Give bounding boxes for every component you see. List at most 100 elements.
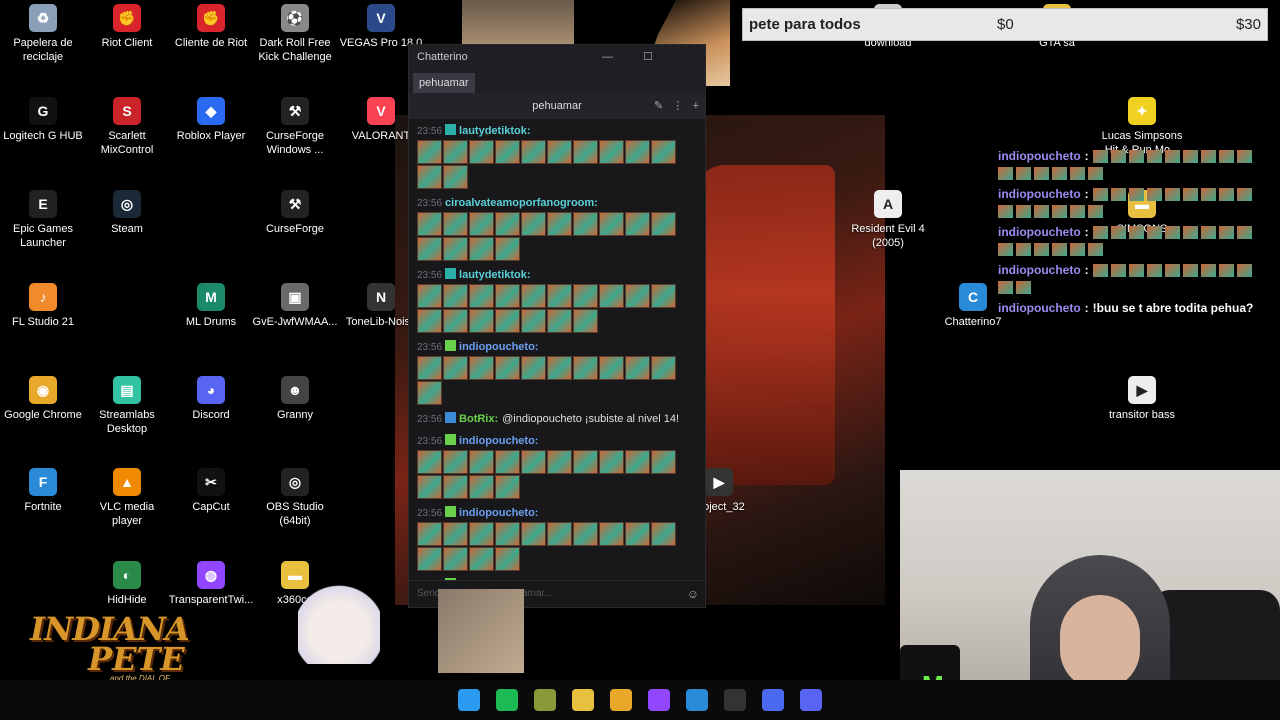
emote[interactable] — [599, 140, 624, 164]
desktop-icon[interactable]: A Resident Evil 4 (2005) — [845, 190, 931, 250]
emote[interactable] — [469, 212, 494, 236]
emote[interactable] — [469, 356, 494, 380]
emote[interactable] — [573, 450, 598, 474]
emote[interactable] — [573, 522, 598, 546]
emote[interactable] — [417, 140, 442, 164]
emote[interactable] — [417, 450, 442, 474]
chat-message[interactable]: 23:56 ciroalvateamoporfanogroom: — [409, 193, 705, 265]
window-titlebar[interactable]: Chatterino — ☐ — [409, 45, 705, 71]
emote[interactable] — [625, 284, 650, 308]
desktop-icon[interactable]: ◎ OBS Studio (64bit) — [252, 468, 338, 528]
emote[interactable] — [469, 237, 494, 261]
desktop-icon[interactable]: ☻ Granny — [252, 376, 338, 422]
emote[interactable] — [547, 284, 572, 308]
obs-icon[interactable] — [724, 689, 746, 711]
emote[interactable] — [469, 309, 494, 333]
message-username[interactable]: ciroalvateamoporfanogroom: — [445, 197, 598, 209]
desktop-icon[interactable]: ⚽ Dark Roll Free Kick Challenge — [252, 4, 338, 64]
emote[interactable] — [417, 547, 442, 571]
desktop-icon[interactable]: ▲ VLC media player — [84, 468, 170, 528]
emote[interactable] — [521, 212, 546, 236]
desktop-icon[interactable]: ✂ CapCut — [168, 468, 254, 514]
emote[interactable] — [651, 356, 676, 380]
emote[interactable] — [469, 284, 494, 308]
emote[interactable] — [495, 309, 520, 333]
emote[interactable] — [547, 212, 572, 236]
emote[interactable] — [521, 522, 546, 546]
emote[interactable] — [469, 475, 494, 499]
emote[interactable] — [443, 356, 468, 380]
emote[interactable] — [495, 356, 520, 380]
emoji-icon[interactable]: ☺ — [687, 581, 699, 607]
emote[interactable] — [651, 450, 676, 474]
discord-icon[interactable] — [800, 689, 822, 711]
emote[interactable] — [573, 284, 598, 308]
emote[interactable] — [495, 237, 520, 261]
emote[interactable] — [521, 140, 546, 164]
emote[interactable] — [573, 309, 598, 333]
desktop-icon[interactable]: ◕ Discord — [168, 376, 254, 422]
emote[interactable] — [469, 522, 494, 546]
emote[interactable] — [521, 450, 546, 474]
desktop-icon[interactable]: ⚒ CurseForge — [252, 190, 338, 236]
desktop-icon[interactable]: ▣ GvE-JwfWMAA... — [252, 283, 338, 329]
emote[interactable] — [547, 309, 572, 333]
emote[interactable] — [625, 522, 650, 546]
more-menu-icon[interactable]: ⋮ — [672, 100, 683, 112]
chat-message[interactable]: 23:56 BotRix: @indiopoucheto ¡subiste al n… — [409, 409, 705, 431]
emote[interactable] — [651, 522, 676, 546]
message-username[interactable]: lautydetiktok: — [459, 125, 531, 137]
emote[interactable] — [443, 237, 468, 261]
desktop-icon[interactable]: ◉ Google Chrome — [0, 376, 86, 422]
desktop-icon[interactable]: ◎ Steam — [84, 190, 170, 236]
emote[interactable] — [495, 475, 520, 499]
emote[interactable] — [417, 284, 442, 308]
emote[interactable] — [443, 140, 468, 164]
chat-message[interactable]: 23:56 indiopoucheto: — [409, 503, 705, 575]
desktop-icon[interactable]: ▶ transitor bass — [1099, 376, 1185, 422]
desktop-icon[interactable]: ♻ Papelera de reciclaje — [0, 4, 86, 64]
emote[interactable] — [573, 212, 598, 236]
desktop-icon[interactable]: F Fortnite — [0, 468, 86, 514]
game-icon[interactable] — [534, 689, 556, 711]
streamlabs-icon[interactable] — [648, 689, 670, 711]
emote[interactable] — [625, 212, 650, 236]
desktop-icon[interactable]: ⚒ CurseForge Windows ... — [252, 97, 338, 157]
minimize-icon[interactable]: — — [602, 45, 613, 69]
chrome-icon[interactable] — [610, 689, 632, 711]
emote[interactable] — [495, 284, 520, 308]
emote[interactable] — [443, 450, 468, 474]
emote[interactable] — [547, 522, 572, 546]
emote[interactable] — [417, 165, 442, 189]
emote[interactable] — [443, 522, 468, 546]
emote[interactable] — [625, 450, 650, 474]
message-username[interactable]: BotRix: — [459, 413, 498, 425]
app-icon[interactable] — [762, 689, 784, 711]
desktop-icon[interactable]: ✊ Cliente de Riot — [168, 4, 254, 50]
desktop-icon[interactable]: G Logitech G HUB — [0, 97, 86, 143]
emote[interactable] — [469, 547, 494, 571]
message-list[interactable]: 23:56 lautydetiktok: 23:56 ciroalvateamopor… — [409, 121, 705, 581]
add-split-icon[interactable]: + — [693, 100, 699, 112]
message-username[interactable]: lautydetiktok: — [459, 269, 531, 281]
message-username[interactable]: indiopoucheto: — [459, 435, 538, 447]
chat-message[interactable]: 23:56 lautydetiktok: — [409, 121, 705, 193]
emote[interactable] — [443, 212, 468, 236]
desktop-icon[interactable]: ✊ Riot Client — [84, 4, 170, 50]
windows-start-icon[interactable] — [458, 689, 480, 711]
desktop-icon[interactable]: ♪ FL Studio 21 — [0, 283, 86, 329]
emote[interactable] — [417, 475, 442, 499]
maximize-icon[interactable]: ☐ — [643, 45, 653, 69]
emote[interactable] — [443, 284, 468, 308]
emote[interactable] — [417, 356, 442, 380]
emote[interactable] — [443, 165, 468, 189]
chat-message[interactable]: 23:56 indiopoucheto: — [409, 337, 705, 409]
desktop-icon[interactable]: ◐ HidHide — [84, 561, 170, 607]
emote[interactable] — [469, 450, 494, 474]
desktop-icon[interactable]: S Scarlett MixControl — [84, 97, 170, 157]
emote[interactable] — [417, 212, 442, 236]
chat-message[interactable]: 23:56 indiopoucheto: — [409, 431, 705, 503]
emote[interactable] — [625, 140, 650, 164]
emote[interactable] — [573, 140, 598, 164]
emote[interactable] — [599, 522, 624, 546]
